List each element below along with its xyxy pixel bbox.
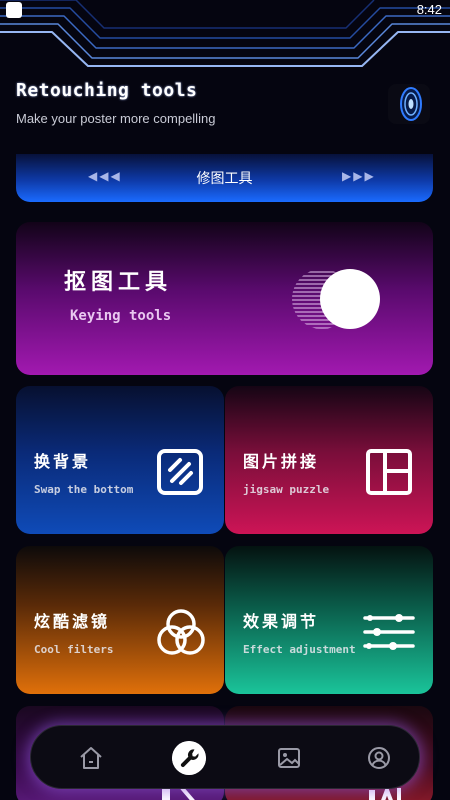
app-notification-icon xyxy=(6,2,22,18)
swap-card-subtitle: Swap the bottom xyxy=(34,483,134,496)
jigsaw-card-title: 图片拼接 xyxy=(243,452,320,471)
swap-card-title: 换背景 xyxy=(34,452,92,471)
status-bar: 8:42 xyxy=(0,0,450,22)
image-icon[interactable] xyxy=(275,744,303,772)
effect-adjustment-card[interactable]: 效果调节 Effect adjustment xyxy=(225,546,433,694)
user-icon[interactable] xyxy=(365,744,393,772)
page-title: Retouching tools xyxy=(16,80,198,101)
bottom-navigation xyxy=(30,725,420,789)
swap-background-icon xyxy=(157,449,203,495)
cool-filters-card[interactable]: 炫酷滤镜 Cool filters xyxy=(16,546,224,694)
filters-card-subtitle: Cool filters xyxy=(34,643,114,656)
status-time: 8:42 xyxy=(416,2,442,17)
keying-card-subtitle: Keying tools xyxy=(70,308,172,324)
effect-card-subtitle: Effect adjustment xyxy=(243,643,356,656)
page-subtitle: Make your poster more compelling xyxy=(16,111,216,126)
portal-icon[interactable] xyxy=(388,84,430,124)
wrench-icon[interactable] xyxy=(172,741,206,775)
swap-background-card[interactable]: 换背景 Swap the bottom xyxy=(16,386,224,534)
keying-card-title: 抠图工具 xyxy=(64,270,173,295)
filter-rings-icon xyxy=(157,609,205,655)
keying-tools-card[interactable]: 抠图工具 Keying tools xyxy=(16,222,433,375)
home-icon[interactable] xyxy=(77,744,105,772)
half-circle-cutout-icon xyxy=(292,269,380,329)
effect-card-title: 效果调节 xyxy=(243,612,320,631)
banner-right-arrows: ▶▶▶ xyxy=(342,169,376,183)
jigsaw-puzzle-card[interactable]: 图片拼接 jigsaw puzzle xyxy=(225,386,433,534)
tools-banner[interactable]: ◀◀◀ 修图工具 ▶▶▶ xyxy=(16,154,433,202)
grid-layout-icon xyxy=(366,449,412,495)
filters-card-title: 炫酷滤镜 xyxy=(34,612,111,631)
jigsaw-card-subtitle: jigsaw puzzle xyxy=(243,483,330,496)
sliders-icon xyxy=(363,614,415,650)
